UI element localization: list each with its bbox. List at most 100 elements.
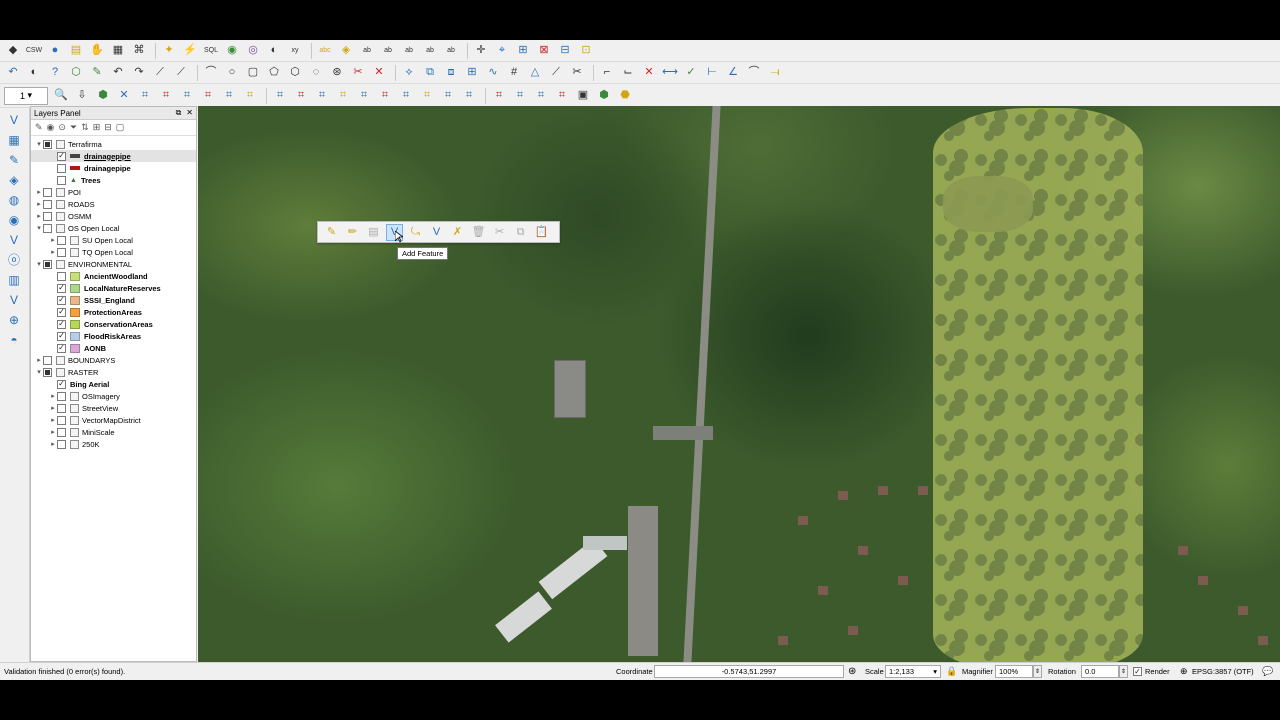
layer-tree-row[interactable]: SSSI_England (31, 294, 196, 306)
expand-arrow-icon[interactable]: ▸ (49, 416, 57, 424)
action-icon[interactable]: ⚡ (181, 42, 199, 60)
layer-tree-row[interactable]: ▾ ENVIRONMENTAL (31, 258, 196, 270)
label-move-icon[interactable]: ab (358, 42, 376, 60)
layer-visibility-checkbox[interactable] (57, 343, 66, 353)
undo-icon[interactable]: ↶ (4, 64, 22, 82)
label-change-icon[interactable]: ab (400, 42, 418, 60)
layer-visibility-checkbox[interactable] (57, 283, 66, 293)
split-icon[interactable]: ⧈ (442, 64, 460, 82)
layer-visibility-checkbox[interactable] (43, 187, 52, 197)
check-icon[interactable]: ✓ (682, 64, 700, 82)
layer-tree-row[interactable]: ▸ OSMM (31, 210, 196, 222)
crs-label[interactable]: EPSG:3857 (OTF) (1192, 667, 1254, 676)
redo-edit-icon[interactable]: ↷ (130, 64, 148, 82)
reshape-icon[interactable]: ⟡ (400, 64, 418, 82)
snap-14-icon[interactable]: ⌗ (418, 87, 436, 105)
layer-tree-row[interactable]: ▸ MiniScale (31, 426, 196, 438)
pencil-edit-icon[interactable]: ◆ (4, 42, 22, 60)
expand-arrow-icon[interactable]: ▾ (35, 368, 43, 376)
layer-visibility-checkbox[interactable] (43, 259, 52, 269)
cut-features-icon[interactable]: ✂ (491, 224, 508, 241)
expand-arrow-icon[interactable]: ▸ (49, 236, 57, 244)
close-panel-icon[interactable]: ✕ (186, 108, 193, 118)
snap-5-icon[interactable]: ⌗ (220, 87, 238, 105)
triangle-icon[interactable]: △ (526, 64, 544, 82)
snap-7-icon[interactable]: ⌗ (271, 87, 289, 105)
visibility-icon[interactable]: ⊙ (58, 122, 66, 133)
layer-tree-row[interactable]: ▾ Terrafirma (31, 138, 196, 150)
trim-icon[interactable]: ✂ (568, 64, 586, 82)
snap-3-icon[interactable]: ⌗ (178, 87, 196, 105)
messages-icon[interactable]: 💬 (1262, 666, 1273, 677)
extents-toggle-icon[interactable]: ⊛ (848, 666, 856, 677)
label-rotate-icon[interactable]: ab (379, 42, 397, 60)
pin-icon[interactable]: ⇩ (73, 87, 91, 105)
layer-visibility-checkbox[interactable] (43, 211, 52, 221)
python-icon[interactable]: ● (46, 42, 64, 60)
snap-19-icon[interactable]: ⌗ (532, 87, 550, 105)
expand-arrow-icon[interactable]: ▸ (35, 212, 43, 220)
layer-visibility-checkbox[interactable] (57, 439, 66, 449)
expand-arrow-icon[interactable]: ▸ (49, 248, 57, 256)
feature-icon[interactable]: ⬢ (94, 87, 112, 105)
layer-visibility-checkbox[interactable] (57, 391, 66, 401)
lock-scale-icon[interactable]: 🔒 (946, 666, 957, 677)
angle-icon[interactable]: ∠ (724, 64, 742, 82)
render-checkbox[interactable] (1133, 667, 1142, 676)
dimension-icon[interactable]: ⊢ (703, 64, 721, 82)
zoom-scale-dropdown[interactable]: 1 ▾ (4, 86, 48, 105)
offset-icon[interactable]: ⧉ (421, 64, 439, 82)
settings-icon[interactable]: ◎ (244, 42, 262, 60)
merge-icon[interactable]: ⊞ (463, 64, 481, 82)
run-icon[interactable]: ✦ (160, 42, 178, 60)
layer-visibility-checkbox[interactable] (57, 403, 66, 413)
snap-2-icon[interactable]: ⌗ (157, 87, 175, 105)
globe-icon[interactable]: ◉ (223, 42, 241, 60)
label-pin-icon[interactable]: ◈ (337, 42, 355, 60)
expand-arrow-icon[interactable]: ▸ (49, 440, 57, 448)
layer-visibility-checkbox[interactable] (57, 379, 66, 389)
xy-point-icon[interactable]: xy (286, 42, 304, 60)
x-icon[interactable]: ✕ (115, 87, 133, 105)
layer-visibility-checkbox[interactable] (43, 223, 52, 233)
collapse-all-icon[interactable]: ⊟ (104, 122, 112, 133)
layer-visibility-checkbox[interactable] (57, 427, 66, 437)
save-edits-icon[interactable]: ▤ (365, 224, 382, 241)
scale-combo[interactable]: 1:2,133 ▾ (885, 665, 941, 678)
snap-9-icon[interactable]: ⌗ (313, 87, 331, 105)
label-hide-icon[interactable]: ab (442, 42, 460, 60)
add-raster-icon[interactable]: ▦ (5, 131, 23, 148)
magnifier-spinner[interactable]: ⇕ (1033, 665, 1042, 678)
identify-form-icon[interactable]: ▤ (67, 42, 85, 60)
remove-layer-icon[interactable]: ▢ (116, 122, 125, 133)
layer-tree-row[interactable]: ▸ TQ Open Local (31, 246, 196, 258)
layer-visibility-checkbox[interactable] (43, 199, 52, 209)
layer-visibility-checkbox[interactable] (57, 271, 66, 281)
sql-icon[interactable]: SQL (202, 42, 220, 60)
measure-icon[interactable]: ⟷ (661, 64, 679, 82)
polygon-icon[interactable]: ⬡ (286, 64, 304, 82)
layer-visibility-checkbox[interactable] (57, 175, 66, 185)
arc-icon[interactable]: ⌒ (202, 64, 220, 82)
new-layer-icon[interactable]: V (5, 291, 23, 308)
layer-tree-row[interactable]: drainagepipe (31, 150, 196, 162)
expand-all-icon[interactable]: ⊞ (93, 122, 101, 133)
expand-icon[interactable]: ⇅ (81, 122, 89, 133)
tape-icon[interactable]: ⟞ (766, 64, 784, 82)
zoom-icon[interactable]: 🔍 (52, 87, 70, 105)
snap-6-icon[interactable]: ⌗ (241, 87, 259, 105)
tool-c-icon[interactable]: ⊡ (577, 42, 595, 60)
layer-tree-row[interactable]: drainagepipe (31, 162, 196, 174)
pentagon-icon[interactable]: ⬠ (265, 64, 283, 82)
rotation-field[interactable]: 0.0 (1081, 665, 1119, 678)
add-wms-icon[interactable]: ◍ (5, 191, 23, 208)
layer-tree-row[interactable]: ConservationAreas (31, 318, 196, 330)
layer-tree-row[interactable]: ▸ OSImagery (31, 390, 196, 402)
layer-tree-row[interactable]: ▸ SU Open Local (31, 234, 196, 246)
add-group-icon[interactable]: ◉ (47, 122, 55, 133)
layer-tree-row[interactable]: ▸ VectorMapDistrict (31, 414, 196, 426)
spline-icon[interactable]: ∿ (484, 64, 502, 82)
plugin-hex-icon[interactable]: ⬢ (595, 87, 613, 105)
expand-arrow-icon[interactable]: ▸ (49, 404, 57, 412)
snap-8-icon[interactable]: ⌗ (292, 87, 310, 105)
